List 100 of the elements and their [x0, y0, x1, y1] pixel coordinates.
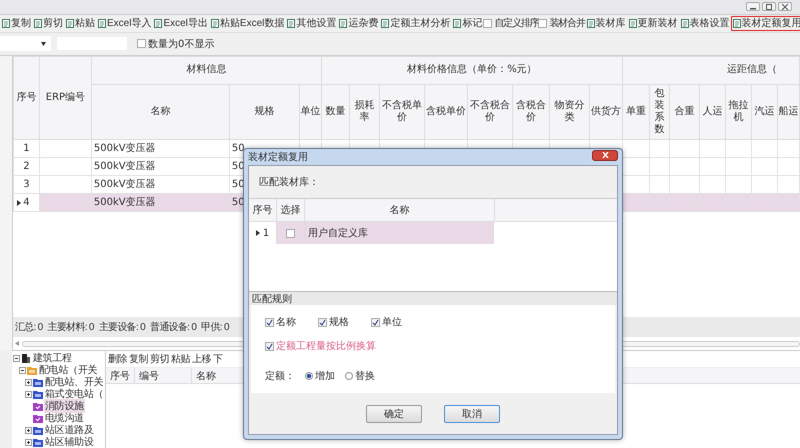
column-header: 不含税合价 — [467, 84, 512, 140]
close-button[interactable] — [592, 150, 618, 160]
checkbox[interactable] — [483, 18, 492, 28]
document-icon — [287, 18, 296, 28]
tree-item[interactable]: 电缆沟道 — [44, 411, 85, 425]
column-header: 汽运 — [751, 84, 778, 140]
toolbar-button[interactable]: 剪切 — [149, 352, 170, 366]
document-icon — [66, 18, 74, 28]
column-header: 包装系数 — [649, 84, 670, 140]
dialog-button[interactable]: 取消 — [444, 404, 500, 422]
checkbox-label: 定额工程量按比例换算 — [276, 340, 376, 353]
maximize-button[interactable] — [762, 2, 776, 12]
section-label: 匹配装材库： — [259, 176, 319, 189]
checkbox-label: 装材合并 — [549, 16, 585, 30]
summary-text: 汇总: 0 — [14, 320, 43, 334]
column-header: 合重 — [669, 84, 700, 140]
folder-icon — [33, 378, 43, 386]
tree-item[interactable]: 建筑工程 — [32, 351, 73, 365]
column-header: 单位 — [299, 84, 322, 140]
document-icon — [98, 18, 106, 28]
checkbox-label: 规格 — [329, 316, 349, 329]
radio-button[interactable] — [345, 372, 353, 380]
close-button[interactable] — [778, 2, 792, 12]
current-row-icon — [256, 230, 260, 236]
toolbar-button[interactable]: 运杂费 — [337, 16, 380, 31]
minimize-button[interactable] — [746, 2, 760, 12]
checkbox[interactable] — [137, 39, 146, 48]
document-icon — [732, 18, 741, 28]
tree-item[interactable]: 配电站（开关 — [38, 363, 98, 377]
column-header: 序号 — [249, 199, 277, 221]
folder-icon — [33, 414, 43, 422]
section-label: 匹配规则 — [252, 292, 292, 306]
summary-text: 主要设备: 0 — [98, 320, 145, 334]
checkbox[interactable] — [265, 342, 274, 350]
folder-icon — [33, 390, 43, 398]
toolbar-button[interactable]: 标记 — [451, 16, 484, 31]
document-icon — [680, 18, 689, 28]
dialog-button[interactable]: 确定 — [366, 404, 422, 422]
checkbox-label: 单位 — [382, 316, 402, 329]
table-cell: 500kV变压器 — [94, 161, 156, 172]
toolbar-button[interactable]: 粘贴 — [64, 16, 96, 31]
toolbar-button[interactable]: 复制 — [128, 352, 149, 366]
expand-toggle[interactable] — [25, 390, 32, 398]
toolbar-button[interactable]: Excel导出 — [152, 16, 209, 31]
toolbar-button[interactable]: 粘贴Excel数据 — [208, 16, 286, 31]
expand-toggle[interactable] — [25, 438, 32, 446]
toolbar-button[interactable]: 粘贴 — [170, 352, 191, 366]
checkbox-label: 名称 — [276, 316, 296, 329]
document-icon — [381, 18, 390, 28]
toolbar-button[interactable]: 更新装材 — [626, 16, 679, 31]
toolbar-button[interactable]: 剪切 — [32, 16, 64, 31]
checkbox[interactable] — [265, 318, 274, 326]
toolbar-button[interactable]: 表格设置 — [678, 16, 731, 31]
document-icon — [453, 18, 462, 28]
tree-item[interactable]: 箱式变电站（ — [44, 387, 104, 401]
field-label: 定额： — [265, 370, 295, 383]
tree-item[interactable]: 站区道路及 — [44, 423, 95, 437]
tree-item[interactable]: 站区辅助设 — [44, 435, 95, 448]
document-icon — [2, 18, 10, 28]
checkbox-label: 数量为0不显示 — [148, 38, 214, 51]
table-cell: 4 — [23, 196, 30, 208]
checkbox[interactable] — [318, 318, 327, 326]
group-header: 材料信息 — [91, 56, 322, 84]
expand-toggle[interactable] — [13, 354, 20, 362]
toolbar-button[interactable]: 下 — [212, 352, 224, 366]
tree-item[interactable]: 配电站、开关 — [44, 375, 104, 389]
column-header: 序号 — [106, 368, 135, 383]
close-icon — [781, 4, 789, 10]
toolbar-button[interactable]: 装材库 — [584, 16, 627, 31]
column-header: 规格 — [229, 84, 300, 140]
column-header: 选择 — [277, 199, 305, 221]
expand-toggle[interactable] — [25, 378, 32, 386]
folder-icon — [33, 402, 43, 410]
toolbar-button[interactable]: 删除 — [107, 352, 128, 366]
maximize-icon — [765, 4, 773, 10]
column-header: 不含税单价 — [379, 84, 424, 140]
checkbox[interactable] — [286, 228, 295, 238]
column-header: 供货方 — [589, 84, 622, 140]
toolbar-button[interactable]: 其他设置 — [285, 16, 338, 31]
expand-toggle[interactable] — [25, 426, 32, 434]
radio-label: 替换 — [355, 370, 375, 383]
document-icon — [628, 18, 637, 28]
radio-label: 增加 — [315, 370, 335, 383]
toolbar-button[interactable]: 定额主材分析 — [379, 16, 452, 31]
tree-item[interactable]: 消防设施 — [44, 399, 85, 413]
radio-button[interactable] — [305, 372, 313, 380]
toolbar-button[interactable]: Excel导入 — [96, 16, 152, 31]
checkbox[interactable] — [371, 318, 380, 326]
toolbar-button[interactable]: 上移 — [191, 352, 212, 366]
document-icon — [586, 18, 595, 28]
column-header: 序号 — [13, 56, 40, 140]
toolbar-button[interactable]: 复制 — [0, 16, 32, 31]
table-cell: 500kV变压器 — [94, 197, 156, 208]
column-header: 含税单价 — [424, 84, 468, 140]
table-cell: 500kV变压器 — [94, 179, 156, 190]
summary-text: 甲供: 0 — [201, 321, 229, 334]
column-header: 名称 — [305, 199, 495, 221]
expand-toggle[interactable] — [19, 366, 26, 374]
checkbox[interactable] — [538, 18, 548, 28]
column-header: 数量 — [321, 84, 350, 140]
